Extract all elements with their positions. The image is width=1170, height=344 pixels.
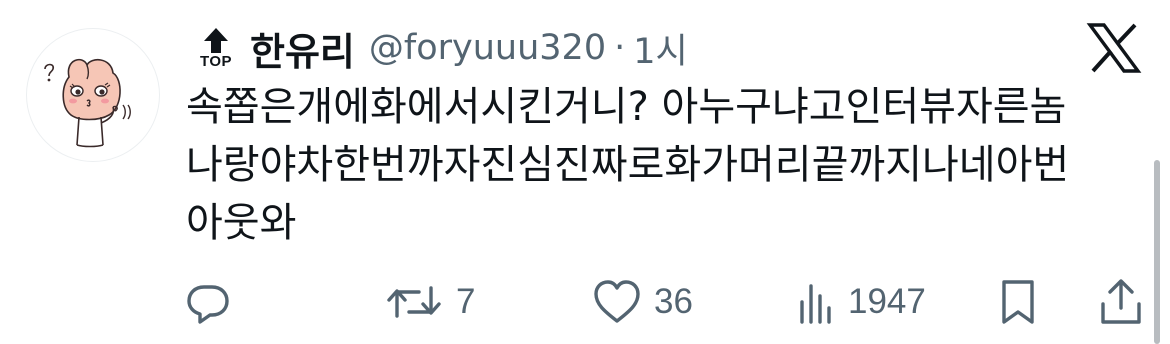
views-icon [800, 284, 831, 324]
timestamp[interactable]: 1시 [633, 23, 687, 74]
share-icon [1101, 279, 1141, 324]
tweet-text-line: 속쫍은개에화에서시킨거니? 아누구냐고인터뷰자른놈 [186, 84, 1067, 130]
view-count: 1947 [848, 282, 926, 321]
retweet-button[interactable]: 7 [384, 272, 475, 332]
retweet-icon [387, 286, 441, 318]
reply-button[interactable] [184, 272, 232, 332]
share-button[interactable] [1098, 272, 1144, 332]
avatar[interactable] [26, 28, 160, 162]
tweet-header: TOP 한유리 @foryuuu320 · 1시 [194, 18, 688, 78]
action-bar: 7 36 1947 [184, 272, 1144, 332]
reply-icon [187, 285, 229, 324]
display-name[interactable]: 한유리 [250, 21, 355, 76]
tweet-text: 속쫍은개에화에서시킨거니? 아누구냐고인터뷰자른놈 나랑야차한번까자진심진짜로화… [186, 78, 1136, 252]
avatar-peach-character [44, 58, 131, 148]
tweet-text-line: 아웃와 [186, 200, 297, 246]
views-button[interactable]: 1947 [796, 272, 926, 332]
like-count: 36 [654, 282, 693, 321]
x-logo-icon[interactable] [1086, 22, 1142, 74]
tweet-card: TOP 한유리 @foryuuu320 · 1시 속쫍은개에화에서시킨거니? 아… [0, 0, 1170, 344]
top-badge: TOP [194, 26, 238, 70]
retweet-count: 7 [456, 282, 476, 321]
tweet-text-line: 나랑야차한번까자진심진짜로화가머리끝까지나네아번 [186, 142, 1070, 188]
user-handle[interactable]: @foryuuu320 [369, 28, 606, 68]
bookmark-icon [1002, 280, 1034, 324]
scrollbar[interactable] [1154, 160, 1160, 344]
heart-icon [594, 280, 640, 323]
bookmark-button[interactable] [998, 272, 1038, 332]
separator-dot: · [614, 28, 626, 68]
top-badge-label: TOP [199, 53, 233, 70]
top-arrow-icon [204, 28, 228, 53]
like-button[interactable]: 36 [592, 272, 693, 332]
